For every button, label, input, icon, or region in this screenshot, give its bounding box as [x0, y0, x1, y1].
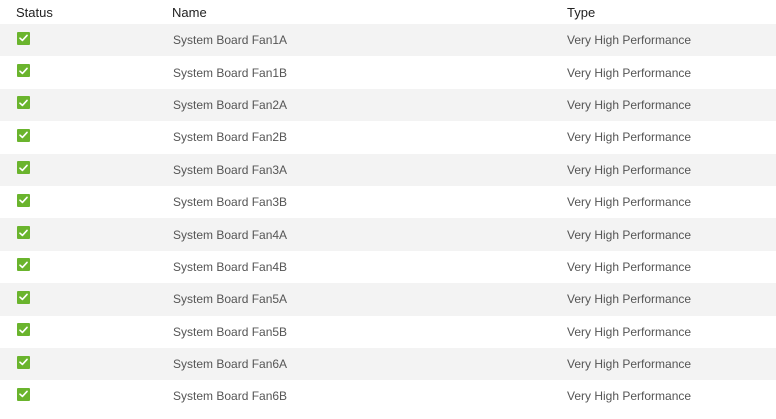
status-cell — [0, 161, 172, 175]
status-cell — [0, 323, 172, 337]
table-row[interactable]: System Board Fan1A Very High Performance — [0, 24, 776, 57]
name-cell: System Board Fan6A — [173, 357, 288, 372]
status-cell — [0, 355, 172, 369]
table-row[interactable]: System Board Fan5B Very High Performance — [0, 316, 776, 348]
type-cell: Very High Performance — [567, 389, 692, 404]
table-row[interactable]: System Board Fan1B Very High Performance — [0, 56, 776, 88]
name-cell: System Board Fan5A — [173, 292, 288, 307]
table-header: Status Name Type — [0, 0, 776, 24]
check-icon — [17, 355, 30, 369]
check-icon — [17, 258, 30, 272]
check-icon — [17, 31, 30, 45]
table-row[interactable]: System Board Fan5A Very High Performance — [0, 283, 776, 316]
type-cell: Very High Performance — [567, 162, 692, 177]
check-icon — [17, 323, 30, 337]
status-cell — [0, 96, 172, 110]
check-icon — [17, 64, 30, 78]
name-cell: System Board Fan1B — [173, 65, 288, 80]
type-cell: Very High Performance — [567, 195, 692, 210]
check-icon — [17, 96, 30, 110]
name-cell: System Board Fan4B — [173, 259, 288, 274]
column-header-status[interactable]: Status — [0, 5, 172, 20]
status-cell — [0, 387, 172, 401]
name-cell: System Board Fan3A — [173, 162, 288, 177]
type-cell: Very High Performance — [567, 130, 692, 145]
status-cell — [0, 128, 172, 142]
name-cell: System Board Fan3B — [173, 195, 288, 210]
name-cell: System Board Fan5B — [173, 324, 288, 339]
status-cell — [0, 31, 172, 45]
name-cell: System Board Fan4A — [173, 227, 288, 242]
type-cell: Very High Performance — [567, 227, 692, 242]
type-cell: Very High Performance — [567, 259, 692, 274]
type-cell: Very High Performance — [567, 65, 692, 80]
check-icon — [17, 193, 30, 207]
table-row[interactable]: System Board Fan4A Very High Performance — [0, 218, 776, 251]
status-cell — [0, 226, 172, 240]
type-cell: Very High Performance — [567, 33, 692, 48]
status-cell — [0, 193, 172, 207]
status-cell — [0, 64, 172, 78]
fans-table: Status Name Type System Board Fan1A Very … — [0, 0, 776, 413]
check-icon — [17, 226, 30, 240]
table-body: System Board Fan1A Very High Performance S… — [0, 24, 776, 413]
column-header-type[interactable]: Type — [567, 5, 776, 20]
type-cell: Very High Performance — [567, 357, 692, 372]
name-cell: System Board Fan2B — [173, 130, 288, 145]
table-row[interactable]: System Board Fan6A Very High Performance — [0, 347, 776, 381]
status-cell — [0, 258, 172, 272]
table-row[interactable]: System Board Fan3B Very High Performance — [0, 186, 776, 218]
table-row[interactable]: System Board Fan4B Very High Performance — [0, 251, 776, 283]
type-cell: Very High Performance — [567, 97, 692, 112]
check-icon — [17, 290, 30, 304]
check-icon — [17, 161, 30, 175]
name-cell: System Board Fan2A — [173, 97, 288, 112]
type-cell: Very High Performance — [567, 324, 692, 339]
table-row[interactable]: System Board Fan3A Very High Performance — [0, 153, 776, 186]
check-icon — [17, 387, 30, 401]
column-header-name[interactable]: Name — [172, 5, 567, 20]
status-cell — [0, 290, 172, 304]
table-row[interactable]: System Board Fan2A Very High Performance — [0, 88, 776, 122]
type-cell: Very High Performance — [567, 292, 692, 307]
name-cell: System Board Fan6B — [173, 389, 288, 404]
table-row[interactable]: System Board Fan6B Very High Performance — [0, 380, 776, 412]
check-icon — [17, 128, 30, 142]
name-cell: System Board Fan1A — [173, 33, 288, 48]
table-row[interactable]: System Board Fan2B Very High Performance — [0, 121, 776, 153]
